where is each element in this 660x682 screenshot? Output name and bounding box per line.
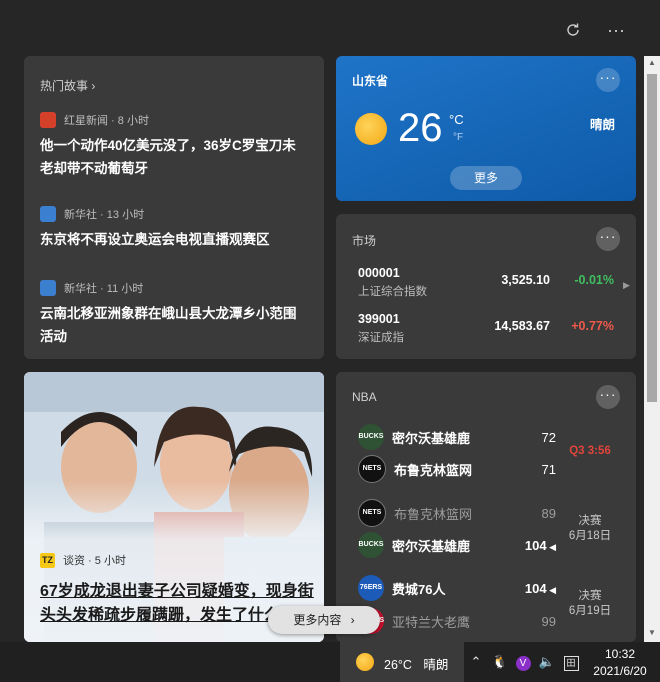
fahrenheit-toggle[interactable]: °F (453, 132, 463, 143)
story-item[interactable]: 红星新闻 · 8 小时 他一个动作40亿美元没了，36岁C罗宝刀未老却带不动葡萄… (40, 111, 308, 180)
taskbar-condition: 晴朗 (423, 658, 449, 672)
stock-price: 14,583.67 (494, 319, 550, 333)
bucks-logo-icon: BUCKS (358, 424, 384, 450)
taskbar-weather-text: 26°C 晴朗 (384, 654, 448, 673)
team-score: 71 (541, 462, 556, 477)
top-stories-header[interactable]: 热门故事 › (40, 77, 95, 94)
team-name: 布鲁克林篮网 (394, 462, 473, 478)
clock-date: 2021/6/20 (593, 664, 647, 678)
qq-penguin-icon[interactable]: 🐧 (491, 654, 509, 670)
story-source: 红星新闻 · 8 小时 (64, 115, 149, 127)
stock-code: 399001 (358, 312, 400, 326)
team-name: 密尔沃基雄鹿 (392, 538, 471, 554)
market-row[interactable]: 000001 上证综合指数 3,525.10 -0.01% (358, 266, 616, 300)
source-logo-icon (40, 206, 56, 222)
team-name: 费城76人 (392, 581, 446, 597)
more-content-button[interactable]: 更多内容 › (268, 606, 380, 634)
input-method-icon[interactable]: 田 (562, 654, 580, 671)
refresh-icon[interactable] (561, 18, 585, 42)
team-name: 密尔沃基雄鹿 (392, 430, 471, 446)
story-title[interactable]: 他一个动作40亿美元没了，36岁C罗宝刀未老却带不动葡萄牙 (40, 134, 308, 180)
sunny-icon (356, 653, 374, 671)
market-header: 市场 (352, 234, 377, 248)
sunny-icon (355, 113, 387, 145)
top-stories-card: 热门故事 › 红星新闻 · 8 小时 他一个动作40亿美元没了，36岁C罗宝刀未… (24, 56, 324, 359)
taskbar-temperature: 26°C (384, 658, 412, 672)
widgets-topbar: ··· (0, 0, 660, 56)
story-title[interactable]: 东京将不再设立奥运会电视直播观赛区 (40, 228, 308, 251)
taskbar-clock[interactable]: 10:32 2021/6/20 (588, 646, 652, 680)
winner-indicator-icon: ◀ (546, 585, 556, 595)
chevron-right-icon: › (91, 79, 96, 93)
nba-card: NBA ··· BUCKS 密尔沃基雄鹿 72 NETS 布鲁克林篮网 71 Q… (336, 372, 636, 642)
chevron-right-icon: › (350, 613, 355, 627)
nba-header: NBA (352, 390, 377, 404)
team-name: 布鲁克林篮网 (394, 506, 473, 522)
nets-logo-icon: NETS (358, 455, 386, 483)
game-status: 决赛 6月18日 (568, 515, 612, 542)
76ers-logo-icon: 76ERS (358, 575, 384, 601)
more-content-label: 更多内容 (293, 613, 342, 627)
clock-time: 10:32 (604, 647, 636, 661)
team-score: 99 (541, 614, 556, 629)
winner-indicator-icon: ◀ (546, 542, 556, 552)
team-score: 72 (541, 430, 556, 445)
nets-logo-icon: NETS (358, 499, 386, 527)
story-item[interactable]: 新华社 · 11 小时 云南北移亚洲象群在峨山县大龙潭乡小范围活动 (40, 279, 308, 348)
scroll-thumb[interactable] (647, 74, 657, 402)
scroll-down-icon[interactable]: ▼ (644, 628, 660, 637)
bucks-logo-icon: BUCKS (358, 532, 384, 558)
more-options-icon[interactable]: ··· (596, 227, 620, 251)
weather-card[interactable]: 山东省 ··· 26 °C °F 晴朗 更多 (336, 56, 636, 201)
more-options-icon[interactable]: ··· (596, 385, 620, 409)
more-options-icon[interactable]: ··· (596, 68, 620, 92)
stock-code: 000001 (358, 266, 400, 280)
photo-story-card[interactable]: TZ 谈资 · 5 小时 67岁成龙退出妻子公司疑婚变，现身街头头发稀疏步履蹒跚… (24, 372, 324, 642)
more-icon[interactable]: ··· (604, 18, 628, 42)
stock-name: 上证综合指数 (358, 286, 427, 298)
stock-name: 深证成指 (358, 332, 404, 344)
weather-location: 山东省 (352, 74, 389, 88)
taskbar: 26°C 晴朗 ⌃ 🐧 V 🔈 田 10:32 2021/6/20 (0, 642, 660, 682)
scrollbar[interactable]: ▲ ▼ (644, 56, 660, 642)
story-item[interactable]: 新华社 · 13 小时 东京将不再设立奥运会电视直播观赛区 (40, 205, 308, 251)
scroll-up-icon[interactable]: ▲ (644, 58, 660, 67)
story-source: 新华社 · 13 小时 (64, 209, 145, 221)
weather-more-button[interactable]: 更多 (450, 166, 522, 190)
photo-story-source: TZ 谈资 · 5 小时 (40, 552, 126, 568)
game-status: Q3 3:56 (569, 445, 611, 457)
team-name: 亚特兰大老鹰 (392, 614, 471, 630)
weather-temperature: 26 (398, 106, 443, 150)
market-row[interactable]: 399001 深证成指 14,583.67 +0.77% (358, 312, 616, 346)
carousel-next-icon[interactable]: ▶ (623, 280, 630, 291)
story-title[interactable]: 云南北移亚洲象群在峨山县大龙潭乡小范围活动 (40, 302, 308, 348)
chevron-up-icon[interactable]: ⌃ (468, 654, 484, 670)
stock-change: -0.01% (574, 273, 614, 287)
taskbar-weather-button[interactable]: 26°C 晴朗 (340, 642, 464, 682)
source-logo-icon (40, 112, 56, 128)
story-source: 谈资 · 5 小时 (63, 555, 126, 567)
volume-icon[interactable]: 🔈 (538, 654, 556, 670)
market-card: 市场 ··· 000001 上证综合指数 3,525.10 -0.01% 399… (336, 214, 636, 359)
stock-change: +0.77% (571, 319, 614, 333)
team-score: 89 (541, 506, 556, 521)
source-logo-icon (40, 280, 56, 296)
top-stories-title: 热门故事 (40, 79, 89, 93)
team-score: 104 ◀ (524, 538, 556, 553)
story-source: 新华社 · 11 小时 (64, 283, 144, 295)
source-logo-icon: TZ (40, 552, 55, 568)
stock-price: 3,525.10 (501, 273, 550, 287)
game-status: 决赛 6月19日 (568, 590, 612, 617)
weather-condition: 晴朗 (590, 118, 616, 132)
celsius-toggle[interactable]: °C (449, 112, 464, 127)
team-score: 104 ◀ (524, 581, 556, 596)
app-tray-icon[interactable]: V (514, 654, 532, 671)
